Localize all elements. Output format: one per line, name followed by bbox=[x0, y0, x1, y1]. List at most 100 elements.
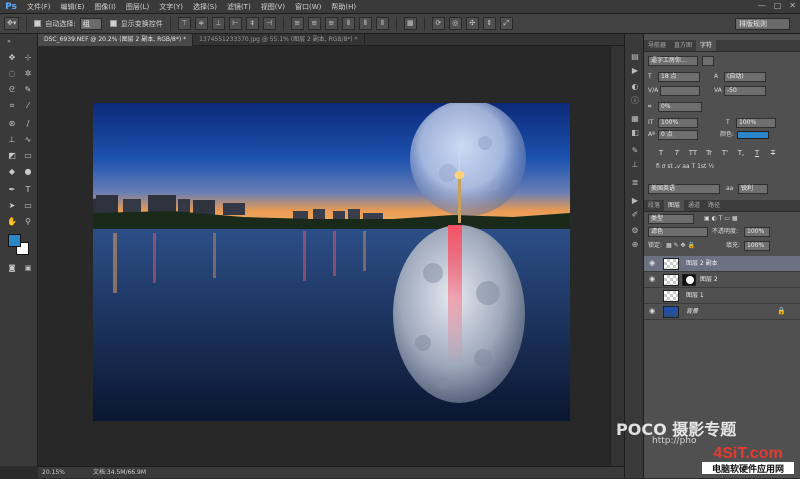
horizontal-scale-field[interactable]: 100% bbox=[736, 118, 776, 128]
auto-select-dropdown[interactable]: 组 bbox=[79, 17, 102, 30]
menu-item[interactable]: 帮助(H) bbox=[326, 0, 361, 14]
tab-histogram[interactable]: 直方图 bbox=[670, 40, 696, 51]
workspace-dropdown[interactable]: 排版规则 bbox=[735, 18, 790, 30]
quick-select-icon[interactable]: ✎ bbox=[21, 84, 35, 96]
brush-tool-icon[interactable]: ∕ bbox=[21, 118, 35, 130]
marquee-tool-icon[interactable]: ◌ bbox=[5, 68, 19, 80]
adjustments-icon[interactable]: ◐ bbox=[629, 82, 641, 92]
swatches-icon[interactable]: ▦ bbox=[629, 114, 641, 124]
maximize-icon[interactable]: □ bbox=[774, 1, 782, 10]
measurement-icon[interactable]: ⊕ bbox=[629, 240, 641, 250]
distribute-right-icon[interactable]: ⦀ bbox=[375, 17, 389, 30]
all-caps-button[interactable]: TT bbox=[688, 148, 698, 158]
tab-paths[interactable]: 路径 bbox=[704, 200, 724, 211]
styles-icon[interactable]: ◧ bbox=[629, 128, 641, 138]
pen-tool-icon[interactable]: ✒ bbox=[5, 184, 19, 196]
move-tool-icon[interactable]: ✥ bbox=[5, 52, 19, 64]
zoom-tool-icon[interactable]: ⚲ bbox=[21, 216, 35, 228]
align-right-icon[interactable]: ⊣ bbox=[262, 17, 276, 30]
distribute-top-icon[interactable]: ≡ bbox=[290, 17, 304, 30]
clone-stamp-icon[interactable]: ⊥ bbox=[5, 134, 19, 146]
gradient-tool-icon[interactable]: ▭ bbox=[21, 150, 35, 162]
menu-item[interactable]: 图层(L) bbox=[121, 0, 154, 14]
align-left-icon[interactable]: ⊢ bbox=[228, 17, 242, 30]
tab-layers[interactable]: 图层 bbox=[664, 200, 685, 211]
brush-presets-icon[interactable]: ✎ bbox=[629, 146, 641, 156]
layer-row[interactable]: ◉ 背景 🔒 bbox=[644, 304, 800, 320]
layer-row[interactable]: ◉ 图层 2 bbox=[644, 272, 800, 288]
menu-item[interactable]: 文件(F) bbox=[22, 0, 56, 14]
canvas-area[interactable] bbox=[38, 46, 610, 466]
menu-item[interactable]: 视图(V) bbox=[256, 0, 290, 14]
tab-document-2[interactable]: 1374551233370.jpg @ 55.1% (图层 2 副本, RGB/… bbox=[193, 34, 365, 46]
leading-field[interactable]: (自动) bbox=[724, 72, 766, 82]
vertical-scrollbar[interactable] bbox=[610, 46, 624, 466]
clone-source-icon[interactable]: ⊥ bbox=[629, 160, 641, 170]
tracking-field[interactable]: -50 bbox=[724, 86, 766, 96]
tool-presets-icon[interactable]: ⚙ bbox=[629, 226, 641, 236]
tab-navigator[interactable]: 导航器 bbox=[644, 40, 670, 51]
path-select-icon[interactable]: ➤ bbox=[5, 200, 19, 212]
faux-bold-button[interactable]: T bbox=[656, 148, 666, 158]
visibility-eye-icon[interactable]: ◉ bbox=[648, 275, 656, 284]
notes-icon[interactable]: ✐ bbox=[629, 210, 641, 220]
distribute-left-icon[interactable]: ⦀ bbox=[341, 17, 355, 30]
lock-icons[interactable]: ▦ ✎ ✥ 🔒 bbox=[666, 241, 695, 251]
faux-italic-button[interactable]: T bbox=[672, 148, 682, 158]
distribute-hcenter-icon[interactable]: ⦀ bbox=[358, 17, 372, 30]
3d-roll-icon[interactable]: ◎ bbox=[448, 17, 462, 30]
3d-drag-icon[interactable]: ✣ bbox=[465, 17, 479, 30]
distribute-bottom-icon[interactable]: ≡ bbox=[324, 17, 338, 30]
subscript-button[interactable]: T, bbox=[736, 148, 746, 158]
tsume-field[interactable]: 0% bbox=[658, 102, 702, 112]
vertical-scale-field[interactable]: 100% bbox=[658, 118, 698, 128]
quick-mask-icon[interactable]: ◙ bbox=[5, 262, 19, 274]
spot-heal-icon[interactable]: ⊛ bbox=[5, 118, 19, 130]
kerning-field[interactable] bbox=[660, 86, 700, 96]
underline-button[interactable]: T bbox=[752, 148, 762, 158]
tab-document-1[interactable]: DSC_6939.NEF @ 20.2% (图层 2 副本, RGB/8*) * bbox=[38, 34, 194, 46]
auto-align-icon[interactable]: ▦ bbox=[403, 17, 417, 30]
crop-tool-icon[interactable]: ⌗ bbox=[5, 100, 19, 112]
history-brush-icon[interactable]: ∿ bbox=[21, 134, 35, 146]
opacity-field[interactable]: 100% bbox=[744, 227, 770, 237]
superscript-button[interactable]: T' bbox=[720, 148, 730, 158]
move-tool-preset-button[interactable]: ✥▾ bbox=[4, 17, 20, 30]
dodge-tool-icon[interactable]: ● bbox=[21, 166, 35, 178]
properties-icon[interactable]: ≣ bbox=[629, 178, 641, 188]
layer-row[interactable]: 图层 1 bbox=[644, 288, 800, 304]
tab-character[interactable]: 字符 bbox=[696, 40, 717, 51]
font-style-dropdown[interactable] bbox=[702, 56, 714, 66]
align-vcenter-icon[interactable]: ≑ bbox=[194, 17, 208, 30]
layer-filter-dropdown[interactable]: 类型 bbox=[648, 214, 694, 224]
screen-mode-icon[interactable]: ▣ bbox=[21, 262, 35, 274]
show-transform-checkbox[interactable] bbox=[109, 20, 117, 27]
font-family-dropdown[interactable]: 逼字工房你... bbox=[648, 56, 698, 66]
visibility-eye-icon[interactable]: ◉ bbox=[648, 259, 656, 268]
menu-item[interactable]: 文字(Y) bbox=[154, 0, 188, 14]
baseline-field[interactable]: 0 点 bbox=[658, 130, 698, 140]
menu-item[interactable]: 图像(I) bbox=[89, 0, 121, 14]
opentype-icons[interactable]: ﬁ ơ st 𝒜 aa T 1st ½ bbox=[656, 162, 714, 172]
visibility-eye-icon-hidden[interactable] bbox=[648, 291, 656, 300]
auto-select-checkbox[interactable] bbox=[34, 20, 42, 27]
distribute-vcenter-icon[interactable]: ≡ bbox=[307, 17, 321, 30]
layer-mask-thumbnail[interactable] bbox=[682, 274, 696, 286]
small-caps-button[interactable]: Tr bbox=[704, 148, 714, 158]
document-canvas[interactable] bbox=[93, 103, 570, 421]
foreground-color-swatch[interactable] bbox=[8, 234, 21, 247]
tab-paragraph[interactable]: 段落 bbox=[644, 200, 664, 211]
3d-slide-icon[interactable]: ⇕ bbox=[482, 17, 496, 30]
minimize-icon[interactable]: — bbox=[758, 1, 766, 10]
language-dropdown[interactable]: 美国英语 bbox=[648, 184, 720, 194]
collapse-tools-icon[interactable]: » bbox=[2, 36, 16, 48]
menu-item[interactable]: 滤镜(T) bbox=[222, 0, 256, 14]
menu-item[interactable]: 窗口(W) bbox=[290, 0, 326, 14]
menu-item[interactable]: 选择(S) bbox=[188, 0, 222, 14]
shape-tool-icon[interactable]: ▭ bbox=[21, 200, 35, 212]
antialias-dropdown[interactable]: 锐利 bbox=[738, 184, 768, 194]
align-bottom-icon[interactable]: ⊥ bbox=[211, 17, 225, 30]
3d-rotate-icon[interactable]: ⟳ bbox=[431, 17, 445, 30]
blend-mode-dropdown[interactable]: 滤色 bbox=[648, 227, 708, 237]
actions-icon[interactable]: ▶ bbox=[629, 66, 641, 76]
